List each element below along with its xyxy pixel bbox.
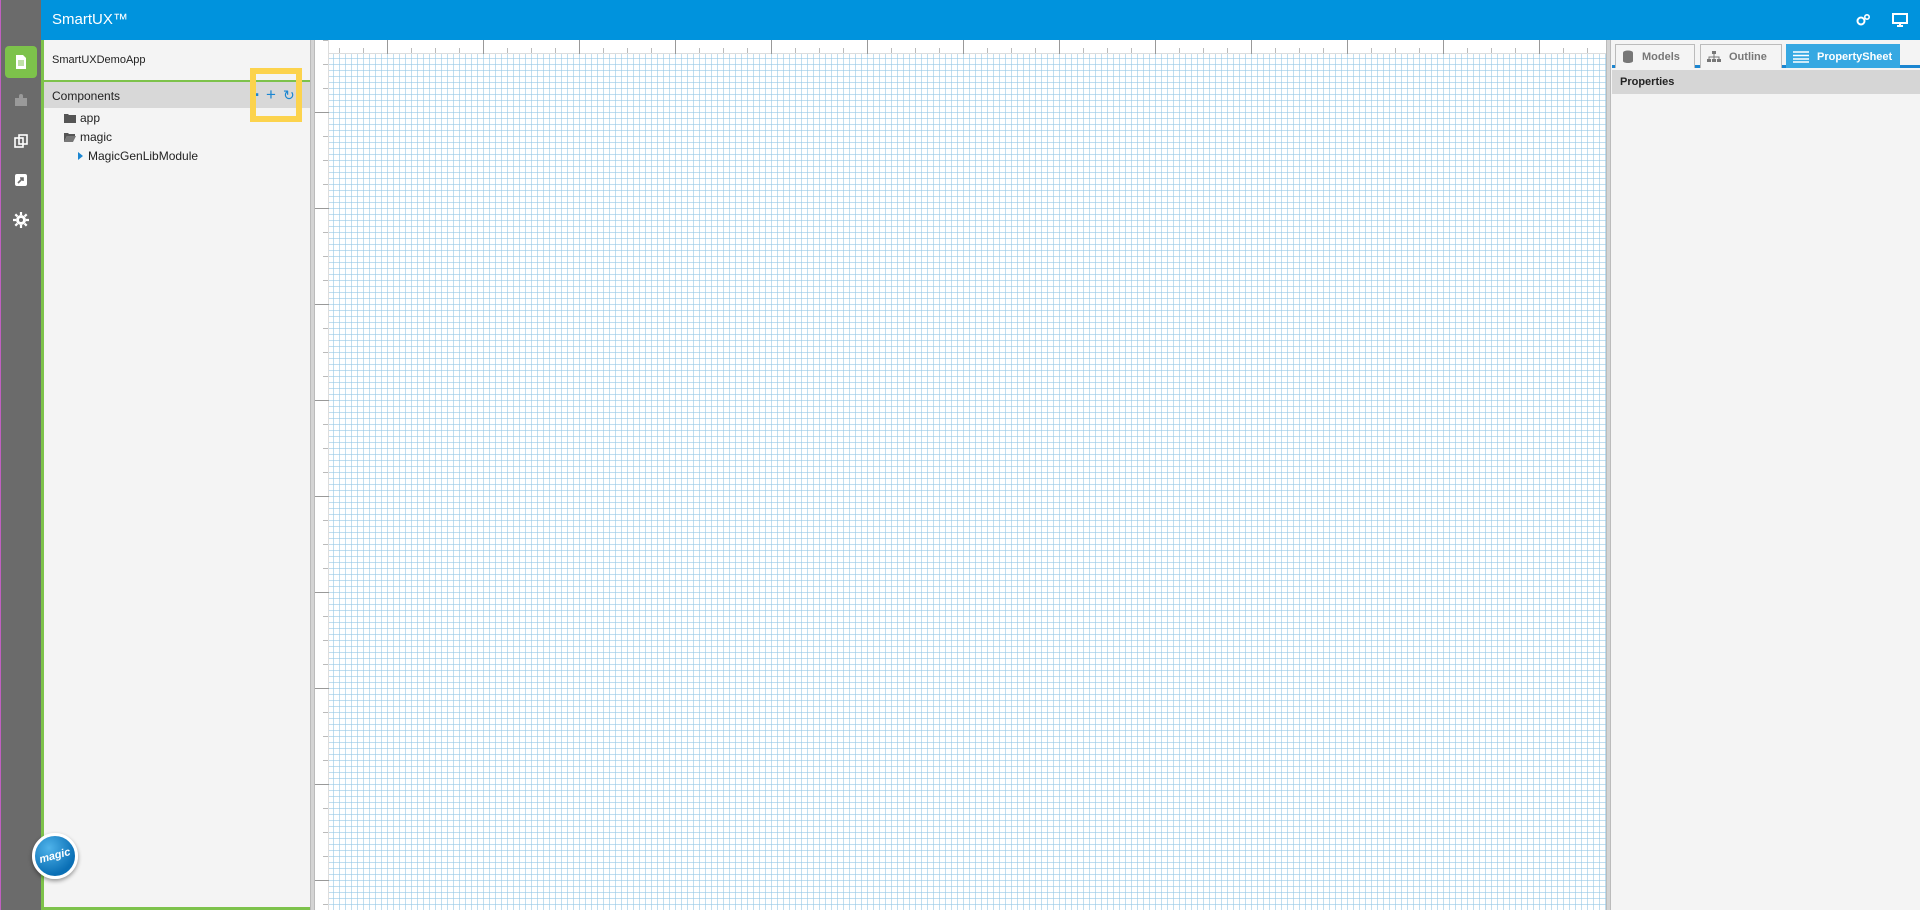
rail-settings-button[interactable] — [5, 204, 37, 236]
database-icon — [1623, 50, 1633, 63]
rail-documents-button[interactable] — [5, 46, 37, 78]
list-icon — [1793, 50, 1809, 63]
tab-label: Outline — [1729, 50, 1767, 63]
tab-outline[interactable]: Outline — [1700, 44, 1782, 68]
tab-label: PropertySheet — [1817, 50, 1893, 63]
folder-open-icon — [64, 133, 76, 142]
rail-copy-button[interactable] — [5, 125, 37, 157]
settings-cogs-icon — [1856, 13, 1871, 26]
components-title: Components — [52, 89, 121, 103]
puzzle-icon — [15, 94, 27, 106]
sitemap-icon — [1707, 50, 1721, 62]
magic-logo: magic — [32, 833, 78, 879]
share-icon — [15, 174, 27, 186]
rail-share-button[interactable] — [5, 164, 37, 196]
tree-item-label: app — [80, 111, 101, 125]
caret-right-icon[interactable] — [78, 152, 83, 160]
monitor-icon — [1892, 13, 1908, 27]
gear-icon — [13, 212, 29, 228]
tab-propertysheet[interactable]: PropertySheet — [1786, 44, 1900, 68]
design-canvas[interactable] — [315, 40, 1606, 910]
tree-item-app[interactable]: app — [64, 111, 100, 125]
logo-text: magic — [38, 846, 72, 866]
horizontal-ruler — [315, 40, 1606, 54]
folder-icon — [64, 114, 76, 123]
left-rail — [0, 0, 41, 910]
vertical-ruler — [315, 40, 329, 910]
document-icon — [16, 55, 26, 69]
tree-item-label: magic — [80, 130, 113, 144]
properties-title: Properties — [1620, 76, 1675, 88]
app-title: SmartUX™ — [52, 11, 128, 28]
project-name[interactable]: SmartUXDemoApp — [52, 54, 146, 66]
copy-icon — [14, 134, 28, 148]
project-panel: SmartUXDemoApp Components ▪ + ↻ app magi… — [41, 40, 310, 910]
rail-components-button[interactable] — [5, 84, 37, 116]
right-panel: Models Outline PropertySheet Properties — [1612, 40, 1920, 910]
right-tabs: Models Outline PropertySheet — [1612, 40, 1920, 68]
properties-header: Properties — [1612, 70, 1920, 94]
highlight-box — [250, 68, 302, 122]
right-splitter[interactable] — [1606, 40, 1611, 910]
tab-label: Models — [1642, 50, 1680, 63]
monitor-button[interactable] — [1892, 12, 1908, 28]
tree-item-label: MagicGenLibModule — [88, 149, 199, 163]
tree-item-magic[interactable]: magic — [64, 130, 112, 144]
settings-cogs-button[interactable] — [1855, 12, 1871, 28]
tree-item-magicgenlibmodule[interactable]: MagicGenLibModule — [78, 149, 198, 163]
top-header: SmartUX™ — [41, 0, 1920, 40]
tab-models[interactable]: Models — [1615, 44, 1695, 68]
